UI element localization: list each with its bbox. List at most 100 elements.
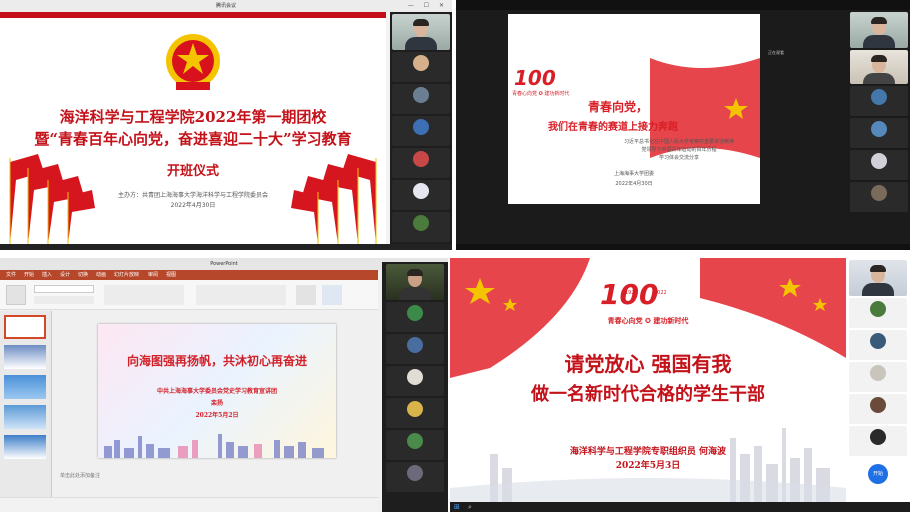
meeting-window-2: 100 青春心向党 ✪ 建功新时代 青春向党， 我们在青春的赛道上接力奔跑 习近…: [456, 0, 910, 250]
avatar: [413, 215, 429, 231]
meeting-grid: 腾讯会议 — ☐ ✕ 海洋科学与工程学院2022年第一期团校 暨“青春百年心向党…: [0, 0, 910, 512]
ribbon-tab[interactable]: 设计: [60, 271, 70, 278]
meeting-window-1: 腾讯会议 — ☐ ✕ 海洋科学与工程学院2022年第一期团校 暨“青春百年心向党…: [0, 0, 452, 250]
avatar: [407, 305, 423, 321]
ribbon-tab[interactable]: 插入: [42, 271, 52, 278]
participant-tile[interactable]: [849, 362, 907, 392]
slide-title-2: 我们在青春的赛道上接力奔跑: [548, 122, 678, 133]
slide-date: 2022年4月30日: [170, 202, 216, 209]
avatar: [870, 365, 886, 381]
slide-org: 中共上海海事大学委员会党史学习教育宣讲团: [156, 388, 277, 395]
drawing-group[interactable]: [196, 285, 286, 305]
participant-video[interactable]: [849, 260, 907, 296]
font-family-select[interactable]: [34, 285, 94, 293]
slide-thumbnail[interactable]: [4, 435, 46, 459]
slide-thumbnail[interactable]: [4, 405, 46, 429]
brand-slogan: 青春心向党 ✪ 建功新时代: [512, 91, 570, 97]
start-menu-icon[interactable]: ⊞: [454, 503, 460, 511]
avatar: [871, 185, 887, 201]
ribbon-tab-bar: 文件 开始 插入 设计 切换 动画 幻灯片放映 审阅 视图: [0, 270, 378, 280]
participant-tile[interactable]: [392, 180, 450, 210]
shared-slide: 100 青春心向党 ✪ 建功新时代 青春向党， 我们在青春的赛道上接力奔跑 习近…: [508, 14, 760, 204]
avatar: [407, 337, 423, 353]
avatar: [871, 89, 887, 105]
window-controls[interactable]: — ☐ ✕: [408, 0, 448, 12]
slide-thumbnail[interactable]: [4, 315, 46, 339]
font-format-group[interactable]: [34, 296, 94, 304]
avatar: [413, 87, 429, 103]
slide-title-line2: 暨“青春百年心向党，奋进喜迎二十大”学习教育: [34, 130, 352, 148]
brand-year-left: 1922: [625, 290, 638, 296]
ribbon-tab[interactable]: 幻灯片放映: [114, 271, 139, 278]
title-bar: 腾讯会议 — ☐ ✕: [0, 0, 452, 12]
ribbon-tab[interactable]: 审阅: [148, 271, 158, 278]
slide-canvas[interactable]: 向海图强再扬帆，共沐初心再奋进 中共上海海事大学委员会党史学习教育宣讲团 栾扬 …: [98, 324, 336, 458]
share-note: 正在观看: [768, 50, 784, 55]
participant-list: [848, 10, 910, 244]
taskbar: ⊞ ⌕: [450, 502, 910, 512]
title-bar: [456, 0, 910, 10]
participant-video[interactable]: [850, 50, 908, 84]
slide-quote: 习近平总书记在中国人民大学考察时重要讲话精神 党领导下中国青年运动的百年历程 学…: [623, 139, 734, 161]
participant-tile[interactable]: [392, 212, 450, 242]
participant-video[interactable]: [392, 14, 450, 50]
participant-tile[interactable]: [386, 366, 444, 396]
participant-tile[interactable]: [386, 430, 444, 460]
title-bar: PowerPoint: [0, 258, 448, 270]
brand-100: 100: [514, 66, 556, 90]
search-icon[interactable]: ⌕: [468, 503, 472, 512]
youth-league-emblem-icon: [166, 34, 220, 90]
avatar: [870, 397, 886, 413]
slide-title: 青春向党，: [588, 100, 649, 114]
paste-icon[interactable]: [6, 285, 26, 305]
participant-tile[interactable]: [386, 398, 444, 428]
participant-tile[interactable]: [392, 148, 450, 178]
participant-tile[interactable]: [849, 394, 907, 424]
ribbon-tab[interactable]: 动画: [96, 271, 106, 278]
status-strip: [0, 244, 452, 250]
slide-thumbnails: [0, 311, 52, 497]
avatar: [407, 465, 423, 481]
avatar: [413, 151, 429, 167]
participant-tile[interactable]: [849, 298, 907, 328]
slide-thumbnail[interactable]: [4, 375, 46, 399]
ribbon-tab[interactable]: 开始: [24, 271, 34, 278]
participant-list: [382, 262, 448, 512]
participant-tile[interactable]: [386, 334, 444, 364]
participant-tile[interactable]: [386, 462, 444, 492]
participant-tile[interactable]: [850, 86, 908, 116]
slide-subtitle: 开班仪式: [166, 164, 219, 179]
shared-slide: 100 1922 2022 青春心向党 ✪ 建功新时代 请党放心 强国有我 做一…: [450, 258, 846, 502]
notes-placeholder[interactable]: 单击此处添加备注: [60, 472, 100, 479]
participant-tile[interactable]: [849, 330, 907, 360]
slide-thumbnail[interactable]: [4, 345, 46, 369]
designer-icon[interactable]: [322, 285, 342, 305]
participant-list: [390, 12, 452, 244]
avatar: [870, 429, 886, 445]
participant-tile[interactable]: [849, 426, 907, 456]
participant-tile[interactable]: [392, 52, 450, 82]
ribbon-tab[interactable]: 文件: [6, 271, 16, 278]
avatar: [870, 301, 886, 317]
participant-tile[interactable]: [392, 116, 450, 146]
participant-tile[interactable]: [850, 150, 908, 180]
start-button[interactable]: 开始: [868, 464, 888, 484]
avatar: [413, 119, 429, 135]
ribbon-tab[interactable]: 切换: [78, 271, 88, 278]
participant-tile[interactable]: [850, 182, 908, 212]
participant-video[interactable]: [850, 12, 908, 48]
participant-tile[interactable]: [850, 118, 908, 148]
paragraph-group[interactable]: [104, 285, 184, 305]
participant-tile[interactable]: [386, 302, 444, 332]
participant-tile[interactable]: [392, 84, 450, 114]
slide-host: 主办方：共青团上海海事大学海洋科学与工程学院委员会: [117, 192, 268, 199]
brand-year-right: 2022: [654, 290, 667, 296]
meeting-window-4: 100 1922 2022 青春心向党 ✪ 建功新时代 请党放心 强国有我 做一…: [450, 258, 910, 512]
ribbon-tab[interactable]: 视图: [166, 271, 176, 278]
slide-speaker: 海洋科学与工程学院专职组织员 何海波: [569, 447, 727, 457]
avatar: [871, 153, 887, 169]
participant-video[interactable]: [386, 264, 444, 300]
editing-icon[interactable]: [296, 285, 316, 305]
status-bar: [0, 497, 378, 512]
avatar: [413, 55, 429, 71]
